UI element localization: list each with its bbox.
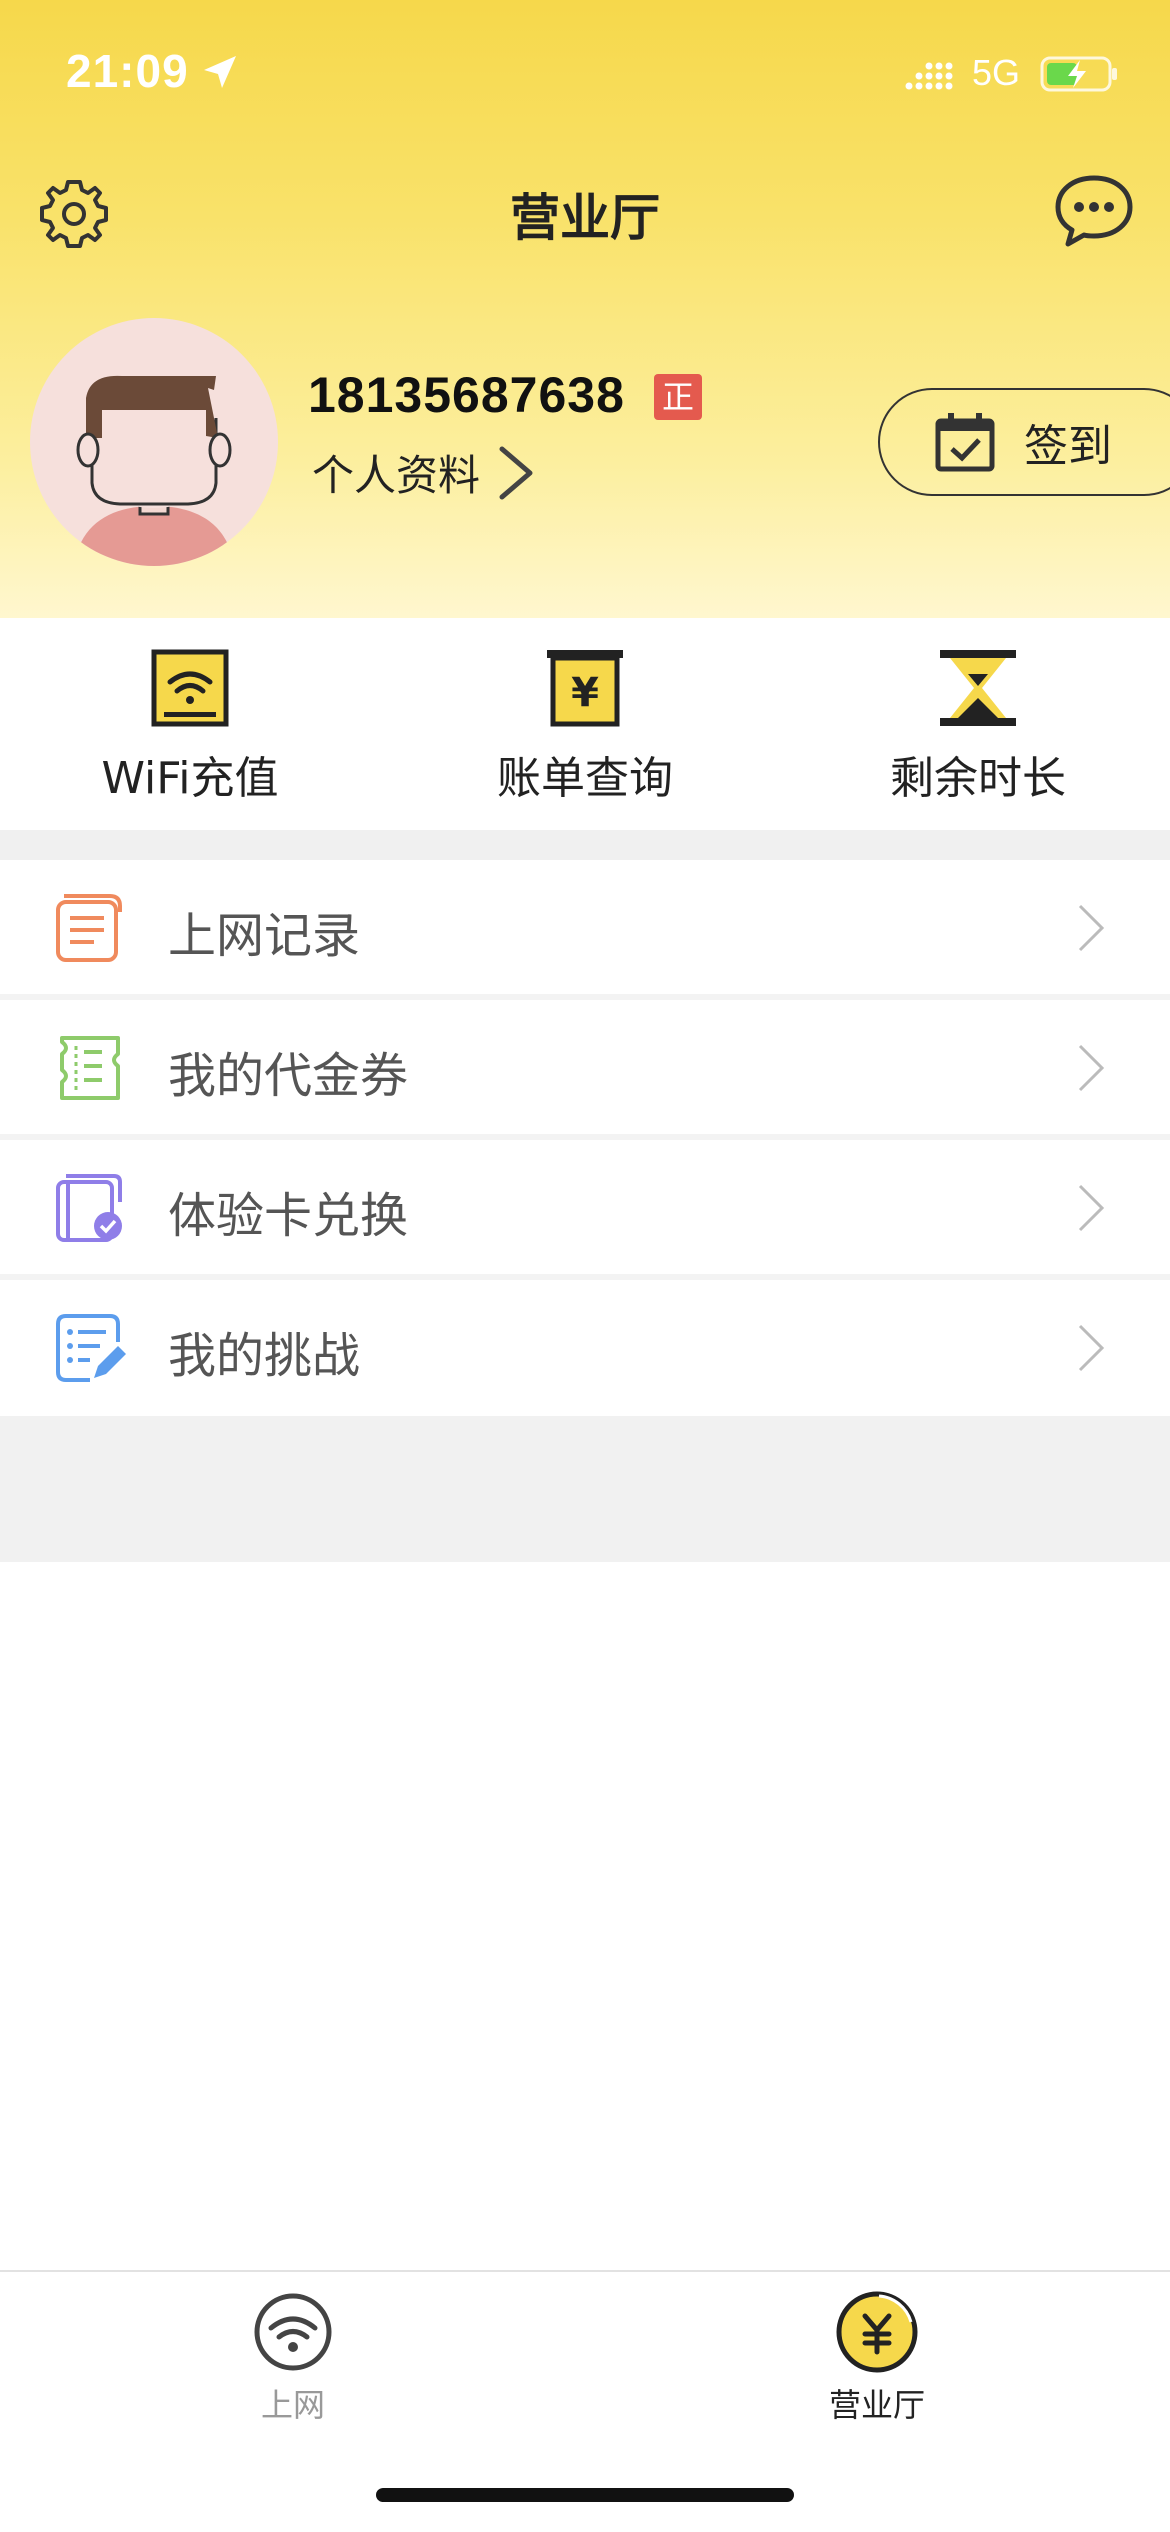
menu-item-label: 体验卡兑换 — [168, 1188, 409, 1244]
chevron-right-icon — [1078, 1044, 1105, 1092]
quick-actions: WiFi充值 ¥ 账单查询 剩余时长 — [0, 618, 1170, 830]
card-exchange-icon — [56, 1174, 122, 1242]
avatar[interactable] — [30, 318, 278, 566]
menu-item-label: 我的代金券 — [168, 1048, 409, 1104]
svg-text:¥: ¥ — [571, 670, 599, 716]
checkin-label: 签到 — [1024, 421, 1112, 472]
chevron-right-icon — [1078, 1184, 1105, 1232]
message-chat-icon[interactable] — [1052, 172, 1136, 252]
checkin-button[interactable]: 签到 — [878, 388, 1170, 496]
avatar-illustration — [74, 374, 234, 566]
wifi-recharge-icon — [151, 649, 229, 727]
chevron-right-icon — [499, 446, 533, 499]
chevron-right-icon — [1078, 1324, 1105, 1372]
menu-item-vouchers[interactable]: 我的代金券 — [0, 1000, 1170, 1134]
record-list-icon — [56, 894, 122, 962]
quick-action-wifi-recharge[interactable]: WiFi充值 — [10, 648, 370, 806]
voucher-icon — [60, 1036, 120, 1100]
phone-number: 18135687638 — [308, 367, 625, 423]
battery-charging-icon — [1040, 56, 1117, 92]
location-arrow-icon — [204, 56, 236, 88]
menu-item-label: 上网记录 — [168, 908, 361, 964]
quick-action-remaining-time[interactable]: 剩余时长 — [798, 648, 1158, 806]
calendar-check-icon — [935, 413, 995, 472]
signal-icon — [905, 62, 953, 90]
status-badge: 正 — [654, 374, 702, 420]
chevron-right-icon — [1078, 904, 1105, 952]
section-divider — [0, 830, 1170, 860]
menu-item-challenges[interactable]: 我的挑战 — [0, 1280, 1170, 1414]
menu-item-card-exchange[interactable]: 体验卡兑换 — [0, 1140, 1170, 1274]
status-time: 21:09 — [66, 45, 189, 97]
tab-label: 上网 — [260, 2386, 325, 2424]
quick-action-label: 剩余时长 — [890, 753, 1066, 804]
wifi-icon — [254, 2293, 332, 2371]
challenge-icon — [56, 1314, 126, 1382]
tab-service-hall[interactable]: 营业厅 — [727, 2290, 1027, 2426]
hourglass-icon — [940, 650, 1016, 726]
quick-action-label: 账单查询 — [497, 753, 673, 804]
menu-item-browsing-records[interactable]: 上网记录 — [0, 860, 1170, 994]
yuan-icon — [836, 2291, 918, 2373]
quick-action-label: WiFi充值 — [101, 753, 279, 804]
home-indicator — [376, 2488, 794, 2502]
quick-action-bill[interactable]: ¥ 账单查询 — [405, 648, 765, 806]
bill-icon: ¥ — [547, 650, 623, 727]
page-title: 营业厅 — [510, 189, 660, 247]
personal-info-link[interactable]: 个人资料 — [312, 442, 536, 503]
tab-internet[interactable]: 上网 — [143, 2290, 443, 2426]
network-type: 5G — [972, 52, 1021, 93]
status-bar: 21:09 5G — [0, 0, 1170, 150]
personal-info-label: 个人资料 — [312, 451, 481, 500]
content-footer-spacer — [0, 1416, 1170, 1562]
tab-label: 营业厅 — [828, 2386, 925, 2424]
menu-item-label: 我的挑战 — [168, 1328, 361, 1384]
